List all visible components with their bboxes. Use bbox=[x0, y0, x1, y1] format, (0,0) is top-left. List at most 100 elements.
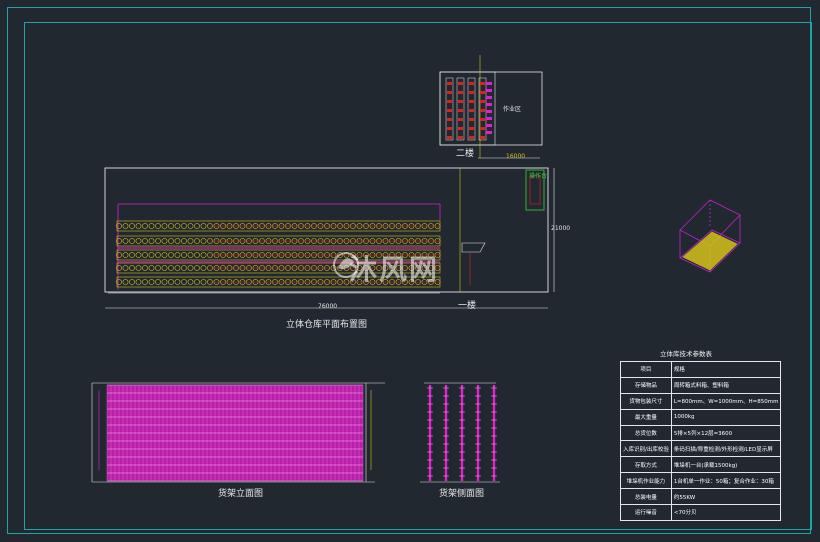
param-value: L=800mm、W=1000mm、H=850mm bbox=[670, 392, 782, 410]
rack-cell bbox=[168, 265, 174, 271]
rack-cell bbox=[168, 279, 174, 285]
param-value: 5排×5列×12层=3600 bbox=[670, 424, 782, 442]
param-name: 堆垛机作业能力 bbox=[620, 472, 672, 490]
rack-cell bbox=[122, 252, 129, 258]
rack-cell bbox=[174, 223, 181, 229]
param-name: 入库识别/出库校验 bbox=[620, 440, 672, 458]
param-value: 周转箱式料箱、塑料箱 bbox=[670, 376, 782, 394]
floor2-cell bbox=[447, 91, 452, 94]
table-row: 存取方式 堆垛机一台(承载1500kg) bbox=[620, 456, 782, 474]
param-name: 运行噪音 bbox=[620, 504, 672, 521]
rack-cell bbox=[174, 238, 181, 244]
floor2-cell bbox=[469, 82, 474, 85]
rack-cell bbox=[181, 238, 187, 244]
floor2-cell bbox=[480, 118, 485, 121]
floor2-label: 二楼 bbox=[456, 149, 475, 159]
rack-cell bbox=[135, 238, 142, 244]
rack-cell bbox=[142, 279, 148, 285]
rack-cell bbox=[148, 223, 155, 229]
floor2-cell bbox=[447, 82, 452, 85]
rack-cell bbox=[161, 238, 168, 244]
floor2-cell bbox=[480, 100, 485, 103]
table-row: 最大重量 1000kg bbox=[620, 408, 782, 426]
rack-cell bbox=[129, 265, 135, 271]
floor2-cell bbox=[458, 109, 463, 112]
floor2-cell bbox=[469, 136, 474, 139]
floor2-plan bbox=[439, 55, 543, 159]
floor2-marker bbox=[486, 124, 492, 127]
rack-cell bbox=[155, 223, 161, 229]
side-view-title: 货架侧面图 bbox=[439, 489, 485, 499]
rack-cell bbox=[181, 265, 187, 271]
table-title: 立体库技术参数表 bbox=[660, 350, 712, 358]
rack-cell bbox=[168, 238, 174, 244]
rack-cell bbox=[194, 238, 200, 244]
floor2-cell bbox=[480, 127, 485, 130]
rack-cell bbox=[122, 223, 129, 229]
rack-cell bbox=[122, 265, 129, 271]
rack-cell bbox=[161, 279, 168, 285]
table-row: 堆垛机作业能力 1台机单一作业：50箱；复合作业：30箱 bbox=[620, 472, 782, 490]
rack-cell bbox=[187, 265, 194, 271]
table-row: 总货位数 5排×5列×12层=3600 bbox=[620, 424, 782, 442]
floor2-marker bbox=[486, 131, 492, 134]
rack-cell bbox=[200, 252, 207, 258]
floor2-cell bbox=[458, 136, 463, 139]
floor2-cell bbox=[447, 127, 452, 130]
floor2-cell bbox=[480, 136, 485, 139]
small-room-label: 作业区 bbox=[503, 106, 522, 113]
param-name: 最大重量 bbox=[620, 408, 672, 426]
rack-cell bbox=[174, 252, 181, 258]
rack-cell bbox=[174, 265, 181, 271]
table-row: 总装电量 约55KW bbox=[620, 488, 782, 506]
rack-cell bbox=[129, 223, 135, 229]
floor2-cell bbox=[447, 109, 452, 112]
floor2-cell bbox=[458, 91, 463, 94]
rack-cell bbox=[135, 223, 142, 229]
rack-cell bbox=[161, 223, 168, 229]
floor2-marker bbox=[486, 117, 492, 120]
rack-cell bbox=[135, 265, 142, 271]
plan-title: 立体仓库平面布置图 bbox=[286, 320, 368, 330]
param-name: 总货位数 bbox=[620, 424, 672, 442]
floor2-cell bbox=[480, 91, 485, 94]
floor2-cell bbox=[480, 82, 485, 85]
3d-rack-box bbox=[679, 199, 741, 273]
param-name: 存储物品 bbox=[620, 376, 672, 394]
param-name: 总装电量 bbox=[620, 488, 672, 506]
param-value: 1000kg bbox=[670, 408, 782, 426]
rack-cell bbox=[181, 223, 187, 229]
rack-cell bbox=[194, 252, 200, 258]
rack-cell bbox=[155, 238, 161, 244]
rack-cell bbox=[181, 252, 187, 258]
rack-side-view bbox=[420, 382, 500, 483]
rack-cell bbox=[129, 252, 135, 258]
table-row: 入库识别/出库校验 条码扫描/称重检测/外形检测/LED显示屏 bbox=[620, 440, 782, 458]
rack-cell bbox=[181, 279, 187, 285]
rack-cell bbox=[194, 223, 200, 229]
rack-cell bbox=[142, 252, 148, 258]
rack-cell bbox=[194, 279, 200, 285]
param-value: 堆垛机一台(承载1500kg) bbox=[670, 456, 782, 474]
floor2-marker bbox=[486, 110, 492, 113]
floor2-marker bbox=[486, 96, 492, 99]
rack-cell bbox=[187, 223, 194, 229]
floor2-cell bbox=[458, 100, 463, 103]
floor2-marker bbox=[486, 82, 492, 85]
rack-cell bbox=[200, 265, 207, 271]
top-dimension: 16000 bbox=[506, 153, 526, 160]
floor2-cell bbox=[458, 118, 463, 121]
rack-cell bbox=[148, 238, 155, 244]
rack-cell bbox=[135, 252, 142, 258]
rack-cell bbox=[142, 238, 148, 244]
cad-drawing-canvas: 二楼 作业区 16000 操作台 21000 76000 一楼 立体仓库平面布置… bbox=[0, 0, 820, 542]
param-name: 项目 bbox=[620, 361, 672, 378]
rack-cell bbox=[148, 252, 155, 258]
rack-cell bbox=[187, 252, 194, 258]
side-box-label: 操作台 bbox=[529, 173, 548, 180]
rack-cell bbox=[122, 238, 129, 244]
table-row: 存储物品 周转箱式料箱、塑料箱 bbox=[620, 376, 782, 394]
plan-dimension: 76000 bbox=[318, 303, 338, 310]
param-value: 规格 bbox=[670, 361, 782, 378]
rack-cell bbox=[122, 279, 129, 285]
